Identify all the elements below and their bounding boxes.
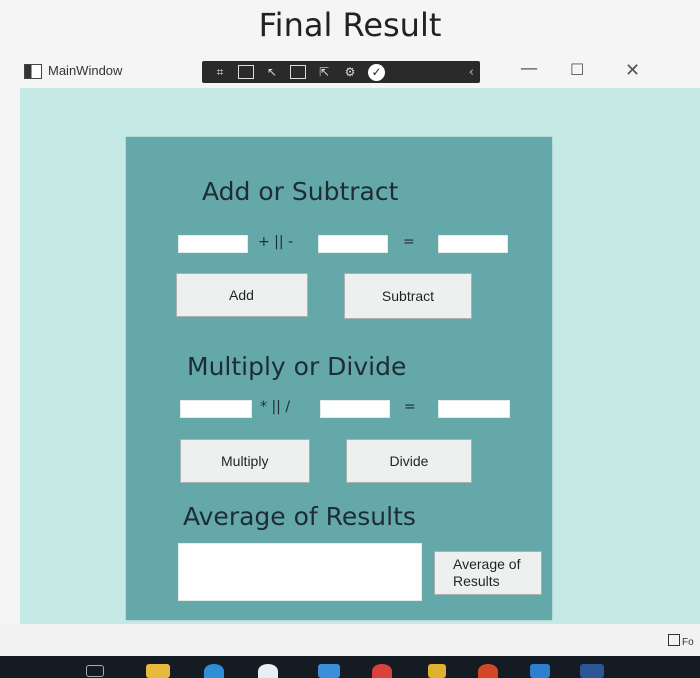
add-button[interactable]: Add — [176, 273, 308, 317]
display-layout-icon[interactable] — [238, 65, 254, 79]
add-result-field — [438, 235, 508, 253]
add-subtract-operator-label: + || - — [258, 234, 294, 250]
edge-browser-icon[interactable] — [204, 664, 224, 678]
multiply-button[interactable]: Multiply — [180, 439, 310, 483]
checkmark-icon[interactable]: ✓ — [368, 63, 385, 81]
file-explorer-icon[interactable] — [146, 664, 170, 678]
taskbar — [0, 656, 700, 678]
multiply-divide-heading: Multiply or Divide — [187, 352, 407, 381]
calculator-panel: Add or Subtract + || - = Add Subtract Mu… — [126, 137, 552, 620]
divide-button[interactable]: Divide — [346, 439, 472, 483]
window-titlebar: MainWindow ⌗ ↖ ⇱ ⚙ ✓ ‹ — ☐ ✕ — [0, 58, 700, 88]
multiply-equals-label: = — [404, 399, 416, 415]
powerpoint-icon[interactable] — [478, 664, 498, 678]
app-window-icon — [24, 64, 42, 79]
track-focus-icon[interactable]: ↖ — [264, 65, 280, 79]
binding-failures-icon[interactable]: ⇱ — [316, 65, 332, 79]
close-button[interactable]: ✕ — [625, 60, 640, 81]
multiply-first-input[interactable] — [180, 400, 252, 418]
desktop-strip — [0, 624, 700, 656]
mail-icon[interactable] — [318, 664, 340, 678]
paint-icon[interactable] — [428, 664, 446, 678]
select-element-icon[interactable]: ⌗ — [212, 65, 228, 79]
corner-app-label: Fo — [668, 634, 694, 648]
multiply-divide-operator-label: * || / — [260, 399, 291, 415]
window-title: MainWindow — [48, 63, 123, 78]
add-equals-label: = — [403, 234, 415, 250]
page-title: Final Result — [258, 6, 442, 44]
visual-studio-icon[interactable] — [530, 664, 550, 678]
debug-toolbar: ⌗ ↖ ⇱ ⚙ ✓ ‹ — [202, 61, 480, 83]
average-button[interactable]: Average of Results — [434, 551, 542, 595]
add-subtract-heading: Add or Subtract — [202, 177, 399, 206]
task-view-icon[interactable] — [86, 665, 104, 677]
word-icon[interactable] — [580, 664, 604, 678]
multiply-second-input[interactable] — [320, 400, 390, 418]
accessibility-check-icon[interactable]: ⚙ — [342, 65, 358, 79]
average-result-field — [178, 543, 422, 601]
hot-reload-icon[interactable] — [290, 65, 306, 79]
minimize-button[interactable]: — — [520, 58, 538, 79]
add-second-input[interactable] — [318, 235, 388, 253]
collapse-toolbar-icon[interactable]: ‹ — [469, 65, 474, 80]
average-button-label-line1: Average of — [453, 556, 521, 572]
average-button-label-line2: Results — [453, 573, 500, 589]
average-heading: Average of Results — [183, 502, 416, 531]
store-icon[interactable] — [258, 664, 278, 678]
add-first-input[interactable] — [178, 235, 248, 253]
multiply-result-field — [438, 400, 510, 418]
chrome-icon[interactable] — [372, 664, 392, 678]
maximize-button[interactable]: ☐ — [570, 60, 584, 79]
corner-app-text: Fo — [682, 637, 694, 648]
subtract-button[interactable]: Subtract — [344, 273, 472, 319]
corner-app-icon — [668, 634, 680, 646]
